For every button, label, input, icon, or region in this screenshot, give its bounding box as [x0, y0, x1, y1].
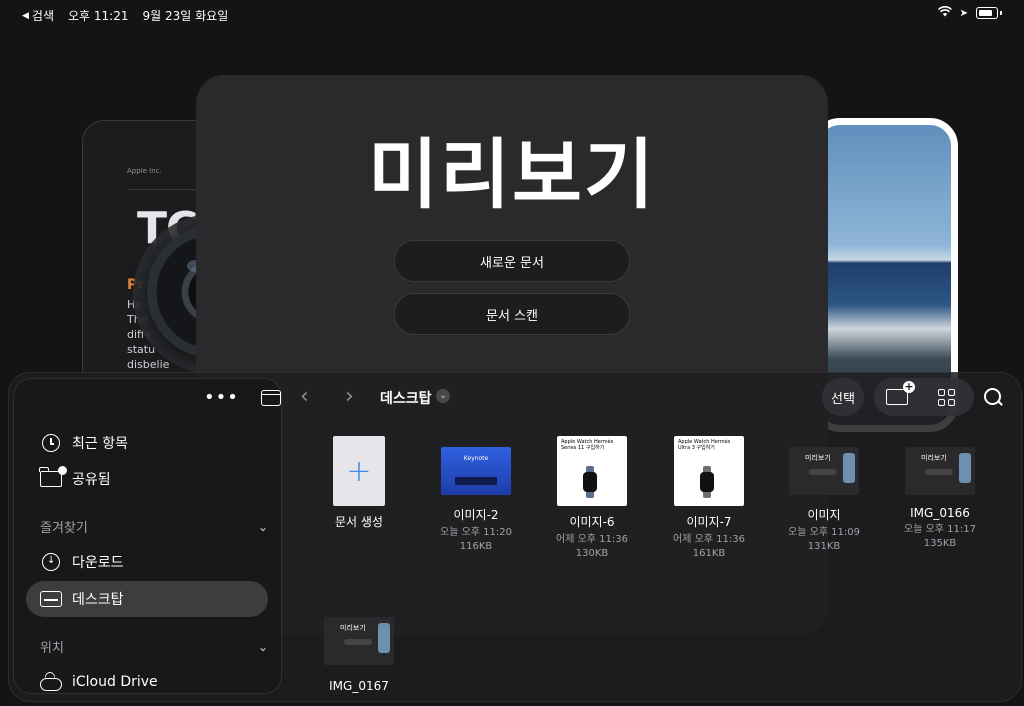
sidebar: ••• 최근 항목 공유됨 즐겨찾기 ⌄ ↓ 다운로드 데스크탑 위치 ⌄ iC… — [13, 378, 282, 694]
file-name: IMG_0166 — [910, 506, 970, 520]
favorites-section-header[interactable]: 즐겨찾기 ⌄ — [40, 517, 268, 537]
file-name: 이미지 — [807, 508, 841, 522]
file-date: 어제 오후 11:36 — [673, 534, 745, 545]
thumb-text: 미리보기 — [921, 454, 947, 462]
sidebar-item-label: 공유됨 — [72, 472, 111, 488]
file-name: 문서 생성 — [335, 515, 383, 529]
search-icon[interactable] — [984, 388, 1001, 405]
status-date: 9월 23일 화요일 — [142, 9, 229, 23]
sidebar-item-label: 다운로드 — [72, 555, 124, 571]
sidebar-item-label: 최근 항목 — [72, 436, 128, 452]
file-size: 135KB — [923, 538, 957, 549]
file-meta: 오늘 오후 11:20 116KB — [416, 526, 536, 554]
thumb-text: 미리보기 — [340, 624, 366, 632]
preview-thumbnail: 미리보기 — [905, 447, 975, 495]
back-label: 검색 — [31, 9, 55, 23]
thumb-text: 미리보기 — [805, 454, 831, 462]
file-size: 161KB — [692, 548, 726, 559]
keynote-thumbnail: Keynote — [441, 447, 511, 495]
sidebar-item-shared[interactable]: 공유됨 — [26, 461, 268, 497]
new-document-button[interactable]: 새로운 문서 — [394, 240, 630, 282]
location-arrow-icon: ➤ — [959, 7, 968, 19]
sidebar-item-label: 데스크탑 — [72, 592, 124, 608]
thumb-text: Keynote — [463, 455, 489, 462]
apple-watch-thumbnail: Apple Watch Hermès Ultra 3 구입하기 — [674, 436, 744, 506]
location-chevron-icon[interactable]: ⌄ — [436, 389, 450, 403]
scan-document-button[interactable]: 문서 스캔 — [394, 293, 630, 335]
file-date: 어제 오후 11:36 — [556, 534, 628, 545]
preview-thumbnail: 미리보기 — [324, 617, 394, 665]
back-to-search-link[interactable]: ◀ 검색 — [22, 7, 54, 24]
status-time: 오후 11:21 — [68, 9, 129, 23]
file-meta: 어제 오후 11:36 130KB — [532, 533, 652, 561]
preview-thumbnail: 미리보기 — [789, 447, 859, 495]
file-item[interactable]: 미리보기 IMG_0166 오늘 오후 11:17 135KB — [880, 436, 1000, 551]
file-new-document[interactable]: + 문서 생성 — [299, 436, 419, 530]
file-date: 오늘 오후 11:17 — [904, 524, 976, 535]
file-item[interactable]: Apple Watch Hermès Ultra 3 구입하기 이미지-7 어제… — [649, 436, 769, 561]
battery-tip — [1000, 11, 1002, 15]
chevron-down-icon[interactable]: ⌄ — [258, 640, 268, 654]
file-meta: 오늘 오후 11:17 135KB — [880, 523, 1000, 551]
file-item[interactable]: Keynote 이미지-2 오늘 오후 11:20 116KB — [416, 436, 536, 554]
file-item[interactable]: Apple Watch Hermès Series 11 구입하기 이미지-6 … — [532, 436, 652, 561]
back-triangle-icon: ◀ — [22, 10, 29, 21]
sidebar-toggle-icon[interactable] — [260, 390, 281, 406]
back-arrow-icon[interactable]: ‹ — [300, 384, 309, 409]
chevron-down-icon[interactable]: ⌄ — [258, 520, 268, 534]
more-options-icon[interactable]: ••• — [204, 389, 239, 407]
select-button[interactable]: 선택 — [822, 378, 864, 416]
file-meta: 어제 오후 11:36 161KB — [649, 533, 769, 561]
thumb-text: Apple Watch Hermès Ultra 3 구입하기 — [678, 439, 731, 451]
locations-section-header[interactable]: 위치 ⌄ — [40, 637, 268, 657]
file-size: 116KB — [459, 541, 493, 552]
desktop-icon — [40, 591, 62, 607]
plus-icon: + — [333, 436, 385, 506]
section-label: 위치 — [40, 641, 64, 656]
file-date: 오늘 오후 11:20 — [440, 527, 512, 538]
download-icon: ↓ — [42, 553, 60, 571]
file-item[interactable]: 미리보기 이미지 오늘 오후 11:09 131KB — [764, 436, 884, 554]
apple-watch-thumbnail: Apple Watch Hermès Series 11 구입하기 — [557, 436, 627, 506]
sidebar-item-recent[interactable]: 최근 항목 — [26, 425, 268, 461]
file-date: 오늘 오후 11:09 — [788, 527, 860, 538]
file-name: 이미지-2 — [453, 508, 499, 522]
file-name: 이미지-7 — [686, 515, 732, 529]
location-title[interactable]: 데스크탑 — [380, 388, 432, 408]
section-label: 즐겨찾기 — [40, 521, 88, 536]
shared-folder-icon — [39, 466, 67, 487]
sidebar-item-downloads[interactable]: ↓ 다운로드 — [26, 544, 268, 580]
status-bar: ◀ 검색 오후 11:21 9월 23일 화요일 ➤ — [0, 0, 1024, 28]
sidebar-item-label: iCloud Drive — [72, 674, 158, 690]
doc-line: disbelie — [127, 358, 170, 371]
file-meta: 오늘 오후 11:09 131KB — [764, 526, 884, 554]
doc-company: Apple Inc. — [127, 167, 162, 175]
file-item[interactable]: 미리보기 IMG_0167 — [299, 606, 419, 693]
toolbar-group — [874, 378, 974, 416]
app-title: 미리보기 — [368, 130, 656, 219]
file-size: 130KB — [575, 548, 609, 559]
clock-icon — [42, 434, 60, 452]
new-folder-icon[interactable] — [886, 381, 915, 405]
wifi-icon — [937, 6, 952, 20]
file-size: 131KB — [807, 541, 841, 552]
cloud-icon — [40, 677, 62, 691]
file-name: IMG_0167 — [329, 679, 389, 693]
grid-view-icon[interactable] — [938, 388, 955, 406]
sidebar-item-desktop[interactable]: 데스크탑 — [26, 581, 268, 617]
thumb-text: Apple Watch Hermès Series 11 구입하기 — [561, 439, 614, 451]
battery-icon — [976, 7, 998, 19]
file-name: 이미지-6 — [569, 515, 615, 529]
sidebar-item-icloud-drive[interactable]: iCloud Drive — [26, 664, 268, 700]
forward-arrow-icon[interactable]: › — [345, 384, 354, 409]
